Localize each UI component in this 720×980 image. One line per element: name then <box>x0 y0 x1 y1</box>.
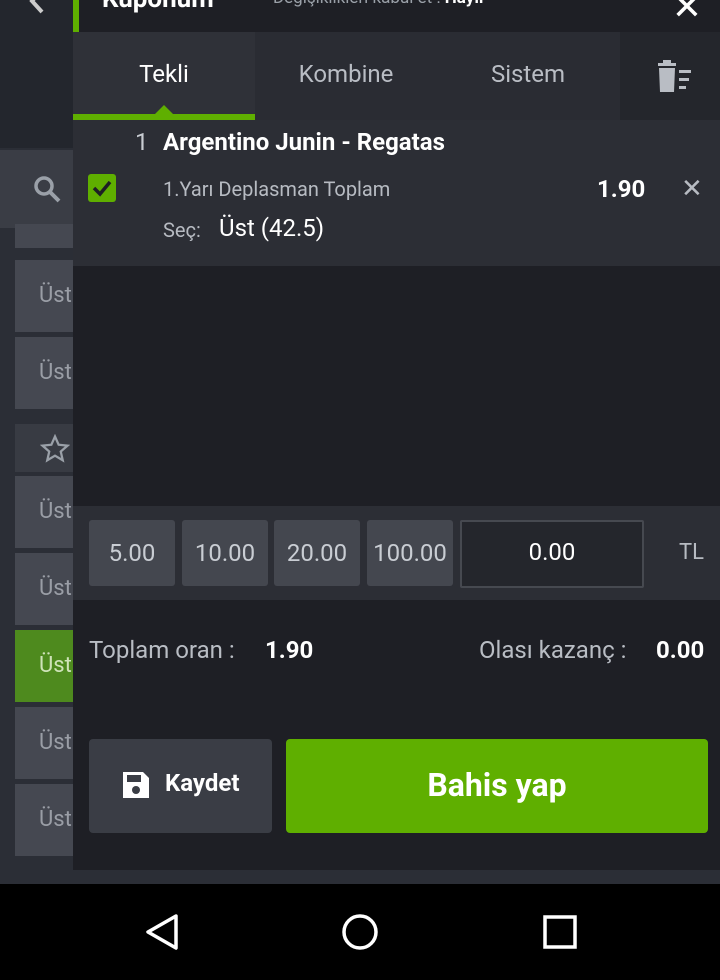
potential-win-label: Olası kazanç : <box>479 636 627 664</box>
stake-input[interactable]: 0.00 <box>460 520 644 588</box>
currency-label: TL <box>679 540 704 565</box>
stake-chip-5[interactable]: 5.00 <box>89 520 175 586</box>
list-item[interactable]: Üst <box>15 784 73 856</box>
tab-tekli[interactable]: Tekli <box>73 32 255 120</box>
place-bet-button[interactable]: Bahis yap <box>286 739 708 833</box>
selection-label: Seç: <box>163 218 201 242</box>
list-item[interactable]: Üst <box>15 707 73 779</box>
potential-win-value: 0.00 <box>656 636 705 664</box>
list-item[interactable] <box>15 224 73 248</box>
star-icon <box>40 434 70 463</box>
list-item[interactable]: Üst <box>15 337 73 409</box>
bet-slip-header: Kuponum Değişiklikleri kabul et : Hayır … <box>73 0 720 32</box>
list-item[interactable]: Üst <box>15 553 73 625</box>
selection-checkbox[interactable] <box>88 174 116 202</box>
tab-sistem[interactable]: Sistem <box>437 32 619 120</box>
accept-changes-setting[interactable]: Değişiklikleri kabul et : Hayır <box>273 0 485 8</box>
trash-icon <box>658 60 691 92</box>
match-name: Argentino Junin - Regatas <box>163 128 445 156</box>
favorites-header[interactable] <box>15 424 73 472</box>
save-button[interactable]: Kaydet <box>89 739 272 833</box>
bet-slip-title: Kuponum <box>102 0 214 14</box>
nav-back-icon[interactable] <box>142 912 182 952</box>
list-item[interactable]: Üst <box>15 476 73 548</box>
accent-bar <box>73 0 79 32</box>
system-nav-bar <box>0 884 720 980</box>
bet-type-tabs: Tekli Kombine Sistem <box>73 32 720 120</box>
list-item-selected[interactable]: Üst <box>15 630 73 702</box>
stake-chip-100[interactable]: 100.00 <box>367 520 453 586</box>
close-icon[interactable]: ✕ <box>672 0 702 28</box>
stake-chip-10[interactable]: 10.00 <box>182 520 268 586</box>
checkmark-icon <box>92 180 112 197</box>
stake-bar: 5.00 10.00 20.00 100.00 0.00 TL <box>73 506 720 600</box>
save-icon <box>123 772 149 798</box>
bet-summary: Toplam oran : 1.90 Olası kazanç : 0.00 K… <box>73 600 720 870</box>
list-item[interactable]: Üst <box>15 260 73 332</box>
nav-recents-icon[interactable] <box>540 912 580 952</box>
tab-kombine[interactable]: Kombine <box>255 32 437 120</box>
total-odds-label: Toplam oran : <box>89 636 235 664</box>
stake-chip-20[interactable]: 20.00 <box>274 520 360 586</box>
total-odds-value: 1.90 <box>265 636 314 664</box>
background-header <box>0 0 73 148</box>
nav-home-icon[interactable] <box>340 912 380 952</box>
selection-value: Üst (42.5) <box>219 214 325 242</box>
back-arrow-icon[interactable] <box>22 0 52 16</box>
bet-selection-card: 1 Argentino Junin - Regatas 1.Yarı Depla… <box>73 120 720 266</box>
market-name: 1.Yarı Deplasman Toplam <box>163 177 391 201</box>
clear-slip-button[interactable] <box>620 32 720 120</box>
search-icon <box>34 176 61 203</box>
remove-selection-icon[interactable]: ✕ <box>681 174 703 204</box>
selection-odd: 1.90 <box>597 175 646 203</box>
background-search[interactable] <box>0 150 73 228</box>
bet-index: 1 <box>135 128 149 156</box>
